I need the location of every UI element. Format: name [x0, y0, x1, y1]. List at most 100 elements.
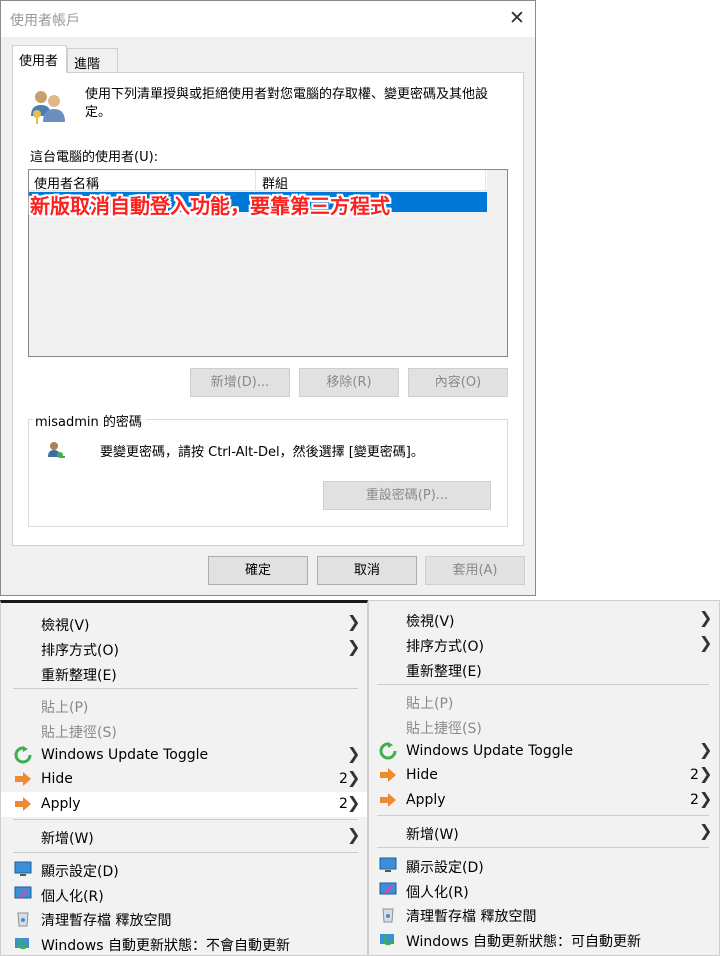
password-instructions: 要變更密碼，請按 Ctrl-Alt-Del，然後選擇 [變更密碼]。	[100, 445, 424, 460]
menu-item-display[interactable]: 顯示設定(D)	[1, 857, 367, 881]
recycle-bin-icon	[14, 909, 32, 927]
menu-item-label: 顯示設定(D)	[406, 860, 484, 876]
personalize-icon	[14, 885, 32, 903]
menu-item-label: 個人化(R)	[406, 885, 469, 901]
menu-item-wu-toggle[interactable]: Windows Update Toggle ❯	[1, 743, 367, 767]
tab-users[interactable]: 使用者	[12, 45, 67, 73]
password-group	[28, 419, 508, 527]
menu-separator	[377, 815, 709, 816]
title-bar: 使用者帳戶 ✕	[1, 1, 535, 37]
windows-update-icon	[379, 930, 397, 948]
refresh-arrow-icon	[379, 742, 397, 760]
menu-separator	[377, 684, 709, 685]
menu-item-personalize[interactable]: 個人化(R)	[1, 882, 367, 906]
menu-item-view[interactable]: 檢視(V) ❯	[1, 611, 367, 635]
menu-item-sort[interactable]: 排序方式(O) ❯	[1, 636, 367, 660]
menu-item-label: Windows Update Toggle	[41, 747, 209, 763]
menu-item-label: Windows Update Toggle	[406, 743, 574, 759]
menu-item-label: 貼上捷徑(S)	[406, 721, 482, 737]
arrow-right-icon	[379, 766, 397, 784]
menu-item-label: 新增(W)	[406, 827, 459, 843]
chevron-right-icon: ❯	[347, 744, 361, 763]
close-icon[interactable]: ✕	[506, 7, 528, 29]
menu-item-apply[interactable]: Apply 2 ❯	[369, 788, 719, 812]
menu-item-label: 重新整理(E)	[406, 664, 482, 680]
menu-item-label: Hide	[406, 767, 438, 783]
menu-item-label: Windows 自動更新狀態：可自動更新	[406, 934, 641, 950]
menu-item-new[interactable]: 新增(W) ❯	[369, 820, 719, 844]
menu-item-label: 檢視(V)	[406, 614, 455, 630]
column-divider	[255, 170, 256, 191]
menu-item-label: 排序方式(O)	[406, 639, 484, 655]
menu-item-cleanup[interactable]: 清理暫存檔 釋放空間	[369, 902, 719, 926]
menu-item-label: 貼上(P)	[406, 696, 454, 712]
arrow-right-icon	[14, 770, 32, 788]
add-user-button[interactable]: 新增(D)...	[190, 368, 290, 397]
menu-item-wu-status[interactable]: Windows 自動更新狀態：可自動更新	[369, 927, 719, 951]
menu-item-refresh[interactable]: 重新整理(E)	[1, 661, 367, 685]
menu-item-paste[interactable]: 貼上(P)	[369, 689, 719, 713]
windows-update-icon	[14, 934, 32, 952]
menu-separator	[13, 688, 358, 689]
menu-item-label: 清理暫存檔 釋放空間	[406, 909, 537, 925]
chevron-right-icon: ❯	[699, 740, 713, 759]
apply-button[interactable]: 套用(A)	[425, 556, 525, 585]
menu-item-label: 清理暫存檔 釋放空間	[41, 913, 172, 929]
menu-item-hide[interactable]: Hide 2 ❯	[369, 763, 719, 787]
menu-item-paste[interactable]: 貼上(P)	[1, 693, 367, 717]
column-divider	[485, 170, 486, 191]
menu-item-wu-status[interactable]: Windows 自動更新狀態：不會自動更新	[1, 931, 367, 955]
context-menu-right: 檢視(V) ❯ 排序方式(O) ❯ 重新整理(E) 貼上(P) 貼上捷徑(S) …	[368, 600, 720, 956]
chevron-right-icon: ❯	[347, 612, 361, 631]
chevron-right-icon: ❯	[347, 793, 361, 812]
menu-item-view[interactable]: 檢視(V) ❯	[369, 607, 719, 631]
properties-button[interactable]: 內容(O)	[408, 368, 508, 397]
menu-item-wu-toggle[interactable]: Windows Update Toggle ❯	[369, 739, 719, 763]
monitor-icon	[379, 856, 397, 874]
menu-separator	[377, 847, 709, 848]
list-header: 使用者名稱 群組	[29, 170, 487, 192]
monitor-icon	[14, 860, 32, 878]
reset-password-button[interactable]: 重設密碼(P)...	[323, 481, 491, 510]
chevron-right-icon: ❯	[347, 825, 361, 844]
menu-item-display[interactable]: 顯示設定(D)	[369, 853, 719, 877]
menu-separator	[13, 819, 358, 820]
menu-item-label: 貼上(P)	[41, 700, 89, 716]
cancel-button[interactable]: 取消	[317, 556, 417, 585]
users-list-label: 這台電腦的使用者(U):	[30, 150, 159, 165]
menu-item-label: Windows 自動更新狀態：不會自動更新	[41, 938, 290, 954]
menu-item-label: 貼上捷徑(S)	[41, 725, 117, 741]
submenu-count: 2	[690, 767, 699, 783]
menu-item-cleanup[interactable]: 清理暫存檔 釋放空間	[1, 906, 367, 930]
chevron-right-icon: ❯	[699, 633, 713, 652]
menu-item-label: 個人化(R)	[41, 889, 104, 905]
menu-separator	[13, 852, 358, 853]
menu-item-apply[interactable]: Apply 2 ❯	[1, 792, 367, 817]
ok-button[interactable]: 確定	[208, 556, 308, 585]
context-menu-left: 檢視(V) ❯ 排序方式(O) ❯ 重新整理(E) 貼上(P) 貼上捷徑(S) …	[0, 600, 368, 956]
arrow-right-icon	[379, 791, 397, 809]
menu-item-label: 新增(W)	[41, 831, 94, 847]
arrow-right-icon	[14, 795, 32, 813]
recycle-bin-icon	[379, 905, 397, 923]
chevron-right-icon: ❯	[347, 768, 361, 787]
submenu-count: 2	[690, 792, 699, 808]
chevron-right-icon: ❯	[699, 764, 713, 783]
menu-item-paste-shortcut[interactable]: 貼上捷徑(S)	[1, 718, 367, 742]
menu-item-paste-shortcut[interactable]: 貼上捷徑(S)	[369, 714, 719, 738]
menu-item-refresh[interactable]: 重新整理(E)	[369, 657, 719, 681]
chevron-right-icon: ❯	[699, 608, 713, 627]
menu-item-sort[interactable]: 排序方式(O) ❯	[369, 632, 719, 656]
refresh-arrow-icon	[14, 746, 32, 764]
menu-item-personalize[interactable]: 個人化(R)	[369, 878, 719, 902]
menu-item-label: Hide	[41, 771, 73, 787]
menu-item-new[interactable]: 新增(W) ❯	[1, 824, 367, 848]
password-group-label: misadmin 的密碼	[33, 411, 146, 430]
menu-item-label: 顯示設定(D)	[41, 864, 119, 880]
personalize-icon	[379, 881, 397, 899]
tab-advanced[interactable]: 進階	[67, 48, 118, 72]
menu-item-label: Apply	[406, 792, 446, 808]
remove-user-button[interactable]: 移除(R)	[299, 368, 399, 397]
menu-item-label: 重新整理(E)	[41, 668, 117, 684]
menu-item-hide[interactable]: Hide 2 ❯	[1, 767, 367, 791]
